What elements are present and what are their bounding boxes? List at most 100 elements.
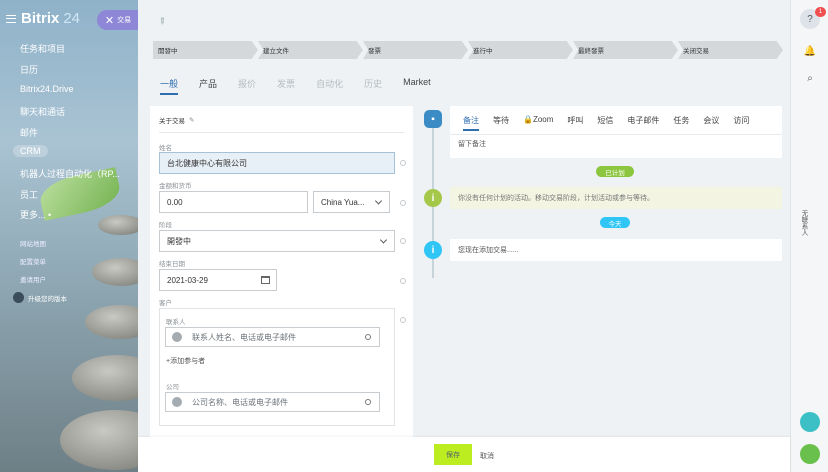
tl-tab-visit[interactable]: 访问 <box>733 115 749 131</box>
right-rail: ? 1 🔔 ⌕ <box>790 0 828 472</box>
divider <box>159 132 404 133</box>
stage-bar: 開發中 建立文件 發票 進行中 最終發票 关闭交易 <box>153 41 783 59</box>
currency-select[interactable]: China Yua... <box>313 191 390 213</box>
close-date-field[interactable]: 2021-03-29 <box>159 269 277 291</box>
stage-item[interactable]: 進行中 <box>468 41 573 59</box>
sidebar-item-mail[interactable]: 邮件 <box>20 126 38 139</box>
info-icon: i <box>424 189 442 207</box>
sidebar-sitemap[interactable]: 网站地图 <box>20 238 46 248</box>
contact-label: 联系人 <box>166 319 186 326</box>
currency-value: China Yua... <box>321 197 365 207</box>
search-icon[interactable] <box>365 399 371 405</box>
stage-item[interactable]: 最終發票 <box>573 41 678 59</box>
stage-value: 開發中 <box>167 236 191 246</box>
footer-bar: 保存 取消 <box>138 437 790 472</box>
tab-automation[interactable]: 自动化 <box>316 77 343 95</box>
sidebar-item-chat[interactable]: 聊天和通话 <box>20 105 65 118</box>
settings-icon[interactable] <box>400 160 406 166</box>
stage-label: 阶段 <box>159 222 172 229</box>
sidebar-item-crm[interactable]: CRM <box>13 145 48 157</box>
stage-select[interactable]: 開發中 <box>159 230 406 252</box>
name-value: 台北健康中心有限公司 <box>167 158 247 168</box>
settings-icon[interactable] <box>400 317 406 323</box>
logo[interactable]: Bitrix 24 <box>6 10 80 27</box>
tl-tab-email[interactable]: 电子邮件 <box>627 115 659 131</box>
open-lines-icon[interactable] <box>800 412 820 432</box>
card-title: 关于交易 ✎ <box>159 115 198 125</box>
stage-item[interactable]: 建立文件 <box>258 41 363 59</box>
tl-tab-meeting[interactable]: 会议 <box>703 115 719 131</box>
client-label: 客户 <box>159 300 172 307</box>
sidebar-item-tasks[interactable]: 任务和项目 <box>20 42 65 55</box>
pin-icon[interactable]: ✎ <box>155 15 168 28</box>
timeline-editor: 备注 等待 🔒Zoom 呼叫 短信 电子邮件 任务 会议 访问 留下备注 <box>450 106 782 158</box>
created-message: 您现在添加交易...... <box>450 239 782 261</box>
calendar-icon[interactable] <box>261 276 270 284</box>
sidebar-invite-users[interactable]: 邀请用户 <box>20 274 46 284</box>
tl-tab-wait[interactable]: 等待 <box>493 115 509 131</box>
left-menu: Bitrix 24 任务和项目 日历 Bitrix24.Drive 聊天和通话 邮… <box>0 0 138 472</box>
search-icon[interactable]: ⌕ <box>800 68 820 88</box>
edit-icon[interactable]: ✎ <box>189 116 194 124</box>
upgrade-label: 升级您的版本 <box>28 295 67 303</box>
tab-history[interactable]: 历史 <box>364 77 382 95</box>
add-participant-link[interactable]: +添加参与者 <box>166 356 205 366</box>
close-date-value: 2021-03-29 <box>167 275 208 285</box>
tab-invoices[interactable]: 发票 <box>277 77 295 95</box>
company-search-input[interactable]: 公司名称、电话或电子邮件 <box>165 392 380 412</box>
divider <box>450 134 782 135</box>
tl-tab-task[interactable]: 任务 <box>673 115 689 131</box>
company-avatar-icon <box>172 397 182 407</box>
stage-item[interactable]: 發票 <box>363 41 468 59</box>
amount-field[interactable]: 0.00 <box>159 191 308 213</box>
tab-market[interactable]: Market <box>403 77 431 95</box>
name-label: 姓名 <box>159 145 172 152</box>
phone-icon[interactable] <box>800 444 820 464</box>
today-pill: 今天 <box>600 217 630 228</box>
contact-search-input[interactable]: 联系人姓名、电话或电子邮件 <box>165 327 380 347</box>
deal-tabs: 一般 产品 报价 发票 自动化 历史 Market <box>160 77 452 95</box>
timeline-tabs: 备注 等待 🔒Zoom 呼叫 短信 电子邮件 任务 会议 访问 <box>463 115 763 131</box>
tl-tab-note[interactable]: 备注 <box>463 115 479 131</box>
stage-item[interactable]: 关闭交易 <box>678 41 783 59</box>
stage-item[interactable]: 開發中 <box>153 41 258 59</box>
sidebar-item-drive[interactable]: Bitrix24.Drive <box>20 84 74 94</box>
info-icon: i <box>424 241 442 259</box>
tl-tab-call[interactable]: 呼叫 <box>567 115 583 131</box>
search-icon[interactable] <box>365 334 371 340</box>
menu-burger-icon[interactable] <box>6 14 16 23</box>
cancel-button[interactable]: 取消 <box>480 451 494 461</box>
deal-close-tab[interactable]: ✕ 交易 <box>97 10 139 30</box>
settings-icon[interactable] <box>400 238 406 244</box>
contact-avatar-icon <box>172 332 182 342</box>
deal-info-card: 关于交易 ✎ 姓名 台北健康中心有限公司 金额和货币 0.00 China Yu… <box>150 106 413 438</box>
brand-name: Bitrix 24 <box>21 10 81 27</box>
settings-icon[interactable] <box>400 278 406 284</box>
tl-tab-zoom-label: Zoom <box>532 115 554 124</box>
tl-tab-sms[interactable]: 短信 <box>597 115 613 131</box>
upgrade-link[interactable]: 升级您的版本 <box>13 292 67 303</box>
settings-icon[interactable] <box>400 200 406 206</box>
sidebar-item-calendar[interactable]: 日历 <box>20 63 38 76</box>
save-button[interactable]: 保存 <box>434 444 472 465</box>
deal-panel: ✎ 開發中 建立文件 發票 進行中 最終發票 关闭交易 一般 产品 报价 发票 … <box>138 0 790 472</box>
card-title-text: 关于交易 <box>159 118 185 125</box>
sidebar-configure-menu[interactable]: 配置菜单 <box>20 256 46 266</box>
planned-message: 你没有任何计划的活动。移动交易阶段，计划活动或参与等待。 <box>450 187 782 209</box>
note-input[interactable]: 留下备注 <box>458 139 486 149</box>
close-icon: ✕ <box>104 14 115 27</box>
tab-products[interactable]: 产品 <box>199 77 217 95</box>
sidebar-item-more[interactable]: 更多... • <box>20 208 51 221</box>
close-date-label: 结束日期 <box>159 261 185 268</box>
contact-placeholder: 联系人姓名、电话或电子邮件 <box>192 332 296 342</box>
deal-tab-label: 交易 <box>117 17 132 24</box>
amount-label: 金额和货币 <box>159 183 192 190</box>
sidebar-item-employees[interactable]: 员工 <box>20 188 38 201</box>
tl-tab-zoom[interactable]: 🔒Zoom <box>523 115 553 131</box>
bell-icon[interactable]: 🔔 <box>800 41 820 61</box>
tab-quotes[interactable]: 报价 <box>238 77 256 95</box>
name-field[interactable]: 台北健康中心有限公司 <box>159 152 406 174</box>
sidebar-item-rpa[interactable]: 机器人过程自动化（RP... <box>20 167 120 180</box>
tab-general[interactable]: 一般 <box>160 77 179 95</box>
amount-value: 0.00 <box>167 197 183 207</box>
